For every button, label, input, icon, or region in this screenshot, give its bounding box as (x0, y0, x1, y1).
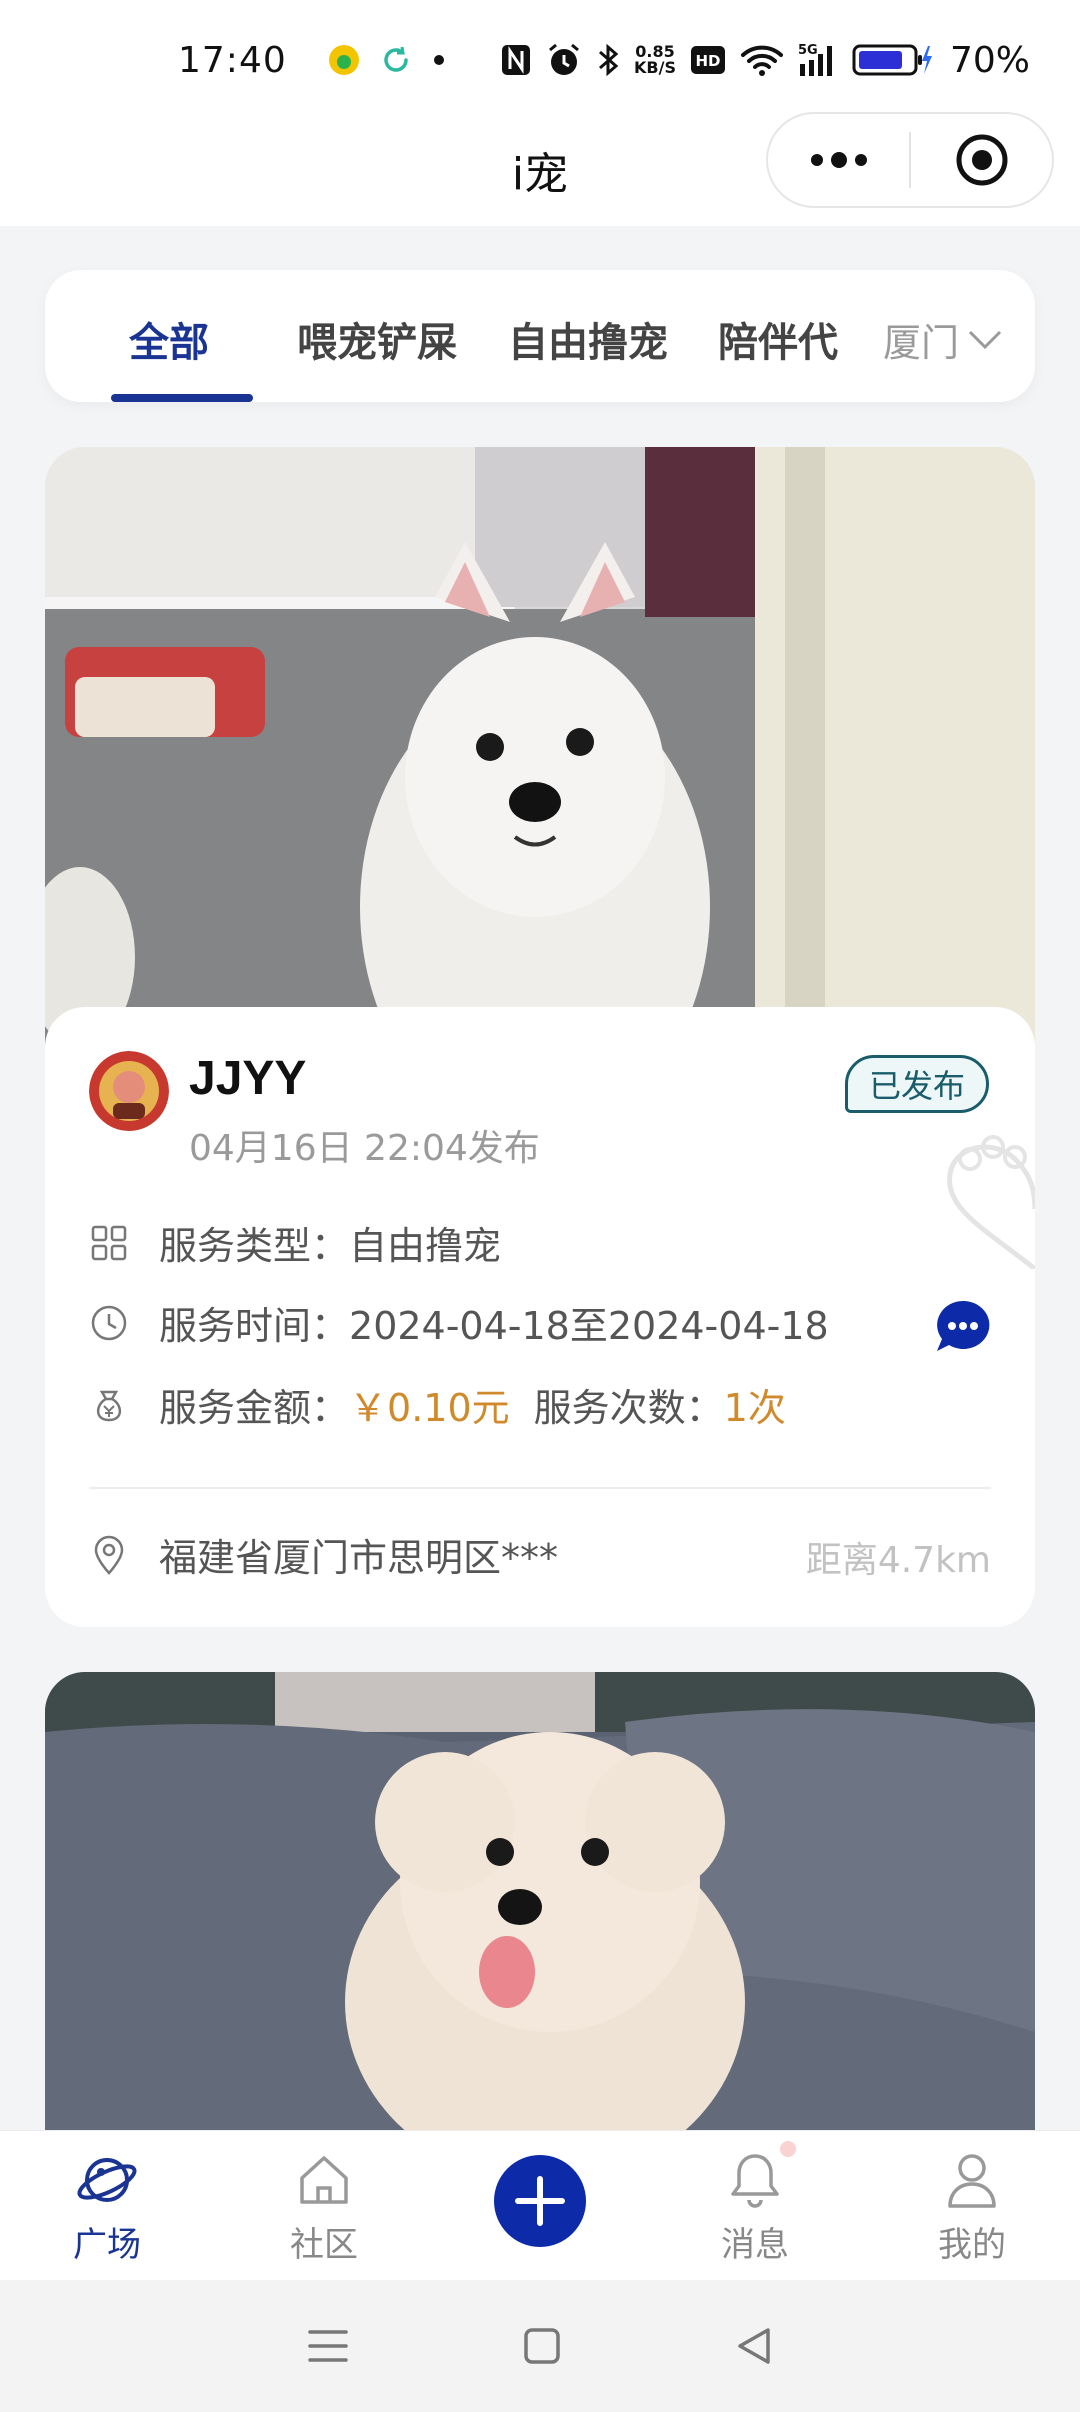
tab-feeding[interactable]: 喂宠铲屎 (297, 310, 457, 368)
status-system-icons: 0.85 KB/S HD 5G 70% (500, 40, 1030, 81)
home-square-icon[interactable] (522, 2326, 562, 2366)
address-text: 福建省厦门市思明区*** (159, 1536, 559, 1580)
address-row: 福建省厦门市思明区*** (89, 1527, 558, 1582)
sync-icon (384, 46, 408, 72)
bell-icon (731, 2154, 779, 2208)
alarm-icon (549, 43, 579, 75)
more-button[interactable] (768, 114, 909, 206)
service-amount-value: ￥0.10元 (349, 1386, 510, 1430)
system-navigation-bar (0, 2280, 1080, 2412)
nav-community-label: 社区 (290, 2225, 358, 2265)
publish-button[interactable] (494, 2155, 586, 2247)
nav-square-label: 广场 (73, 2225, 141, 2265)
tab-free-petting[interactable]: 自由撸宠 (508, 310, 668, 368)
battery-icon (852, 44, 932, 76)
menu-icon[interactable] (306, 2326, 350, 2366)
app-notification-icon (328, 45, 359, 75)
post-card-2[interactable] (45, 1672, 1035, 2152)
close-mini-program-button[interactable] (911, 114, 1052, 206)
nav-mine-label: 我的 (938, 2225, 1006, 2265)
service-type-label: 服务类型： (159, 1224, 350, 1268)
target-close-icon (956, 134, 1007, 186)
card-divider (89, 1487, 991, 1489)
city-selector[interactable]: 厦门 (883, 312, 1003, 367)
service-time-value: 2024-04-18至2024-04-18 (349, 1304, 829, 1348)
svg-text:5G: 5G (798, 43, 818, 58)
nav-messages[interactable]: 消息 (690, 2147, 820, 2266)
paw-decoration-icon (947, 1135, 1035, 1269)
service-count-value: 1次 (723, 1386, 786, 1430)
hd-icon: HD (690, 46, 725, 74)
svg-text:HD: HD (695, 52, 720, 70)
active-tab-indicator (111, 394, 253, 402)
unread-dot (780, 2141, 796, 2157)
post-photo-dog[interactable] (45, 447, 1035, 1047)
planet-icon (77, 2158, 137, 2202)
plus-icon (515, 2176, 565, 2226)
tab-companion[interactable]: 陪伴代 (718, 310, 838, 368)
status-time: 17:40 (178, 39, 287, 81)
service-type-value: 自由撸宠 (349, 1224, 502, 1268)
service-type-row: 服务类型： 自由撸宠 (89, 1215, 501, 1270)
post-time: 04月16日 22:04发布 (189, 1128, 540, 1169)
net-speed-unit: KB/S (634, 58, 676, 77)
post-photo-poodle[interactable] (45, 1672, 1035, 2152)
wifi-icon (740, 45, 783, 76)
post-content: JJYY 04月16日 22:04发布 已发布 服务类型： 自由撸宠 服务时间：… (45, 1007, 1035, 1627)
category-tabs: 全部 喂宠铲屎 自由撸宠 陪伴代 厦门 (45, 270, 1035, 402)
distance-text: 距离4.7km (805, 1540, 991, 1581)
chevron-down-icon (968, 330, 1002, 349)
more-dots-icon (810, 152, 867, 168)
bluetooth-icon (599, 43, 619, 77)
home-icon (300, 2156, 348, 2204)
mini-program-capsule (766, 112, 1054, 208)
nav-mine[interactable]: 我的 (907, 2147, 1037, 2266)
nfc-icon (502, 45, 531, 75)
service-time-row: 服务时间： 2024-04-18至2024-04-18 (89, 1295, 829, 1350)
title-bar: i宠 (0, 110, 1080, 226)
chat-bubble-button[interactable] (933, 1297, 993, 1357)
tab-all[interactable]: 全部 (129, 310, 209, 368)
clock-icon (89, 1303, 129, 1343)
location-pin-icon (89, 1535, 129, 1575)
status-bar: 17:40 0.85 KB/S HD 5G 70% (0, 0, 1080, 120)
username: JJYY (189, 1052, 307, 1105)
user-icon (948, 2154, 996, 2208)
city-label: 厦门 (882, 321, 959, 365)
grid-icon (89, 1223, 129, 1263)
signal-5g-icon: 5G (798, 43, 832, 76)
user-avatar[interactable] (89, 1051, 169, 1131)
post-card[interactable]: JJYY 04月16日 22:04发布 已发布 服务类型： 自由撸宠 服务时间：… (45, 447, 1035, 1627)
net-speed: 0.85 KB/S (634, 44, 676, 76)
service-amount-row: 服务金额： ￥0.10元 服务次数： 1次 (89, 1377, 786, 1432)
dot-icon (433, 55, 444, 65)
service-count-label: 服务次数： (533, 1386, 724, 1430)
bottom-navigation: 广场 社区 消息 我的 (0, 2130, 1080, 2280)
status-notification-icons (327, 43, 500, 77)
nav-square[interactable]: 广场 (42, 2147, 172, 2266)
service-time-label: 服务时间： (159, 1304, 350, 1348)
battery-percent: 70% (949, 39, 1030, 81)
nav-community[interactable]: 社区 (259, 2147, 389, 2266)
status-badge: 已发布 (845, 1055, 989, 1113)
service-amount-label: 服务金额： (159, 1386, 350, 1430)
money-bag-icon (89, 1385, 129, 1425)
nav-messages-label: 消息 (721, 2225, 789, 2265)
back-triangle-icon[interactable] (734, 2326, 774, 2366)
